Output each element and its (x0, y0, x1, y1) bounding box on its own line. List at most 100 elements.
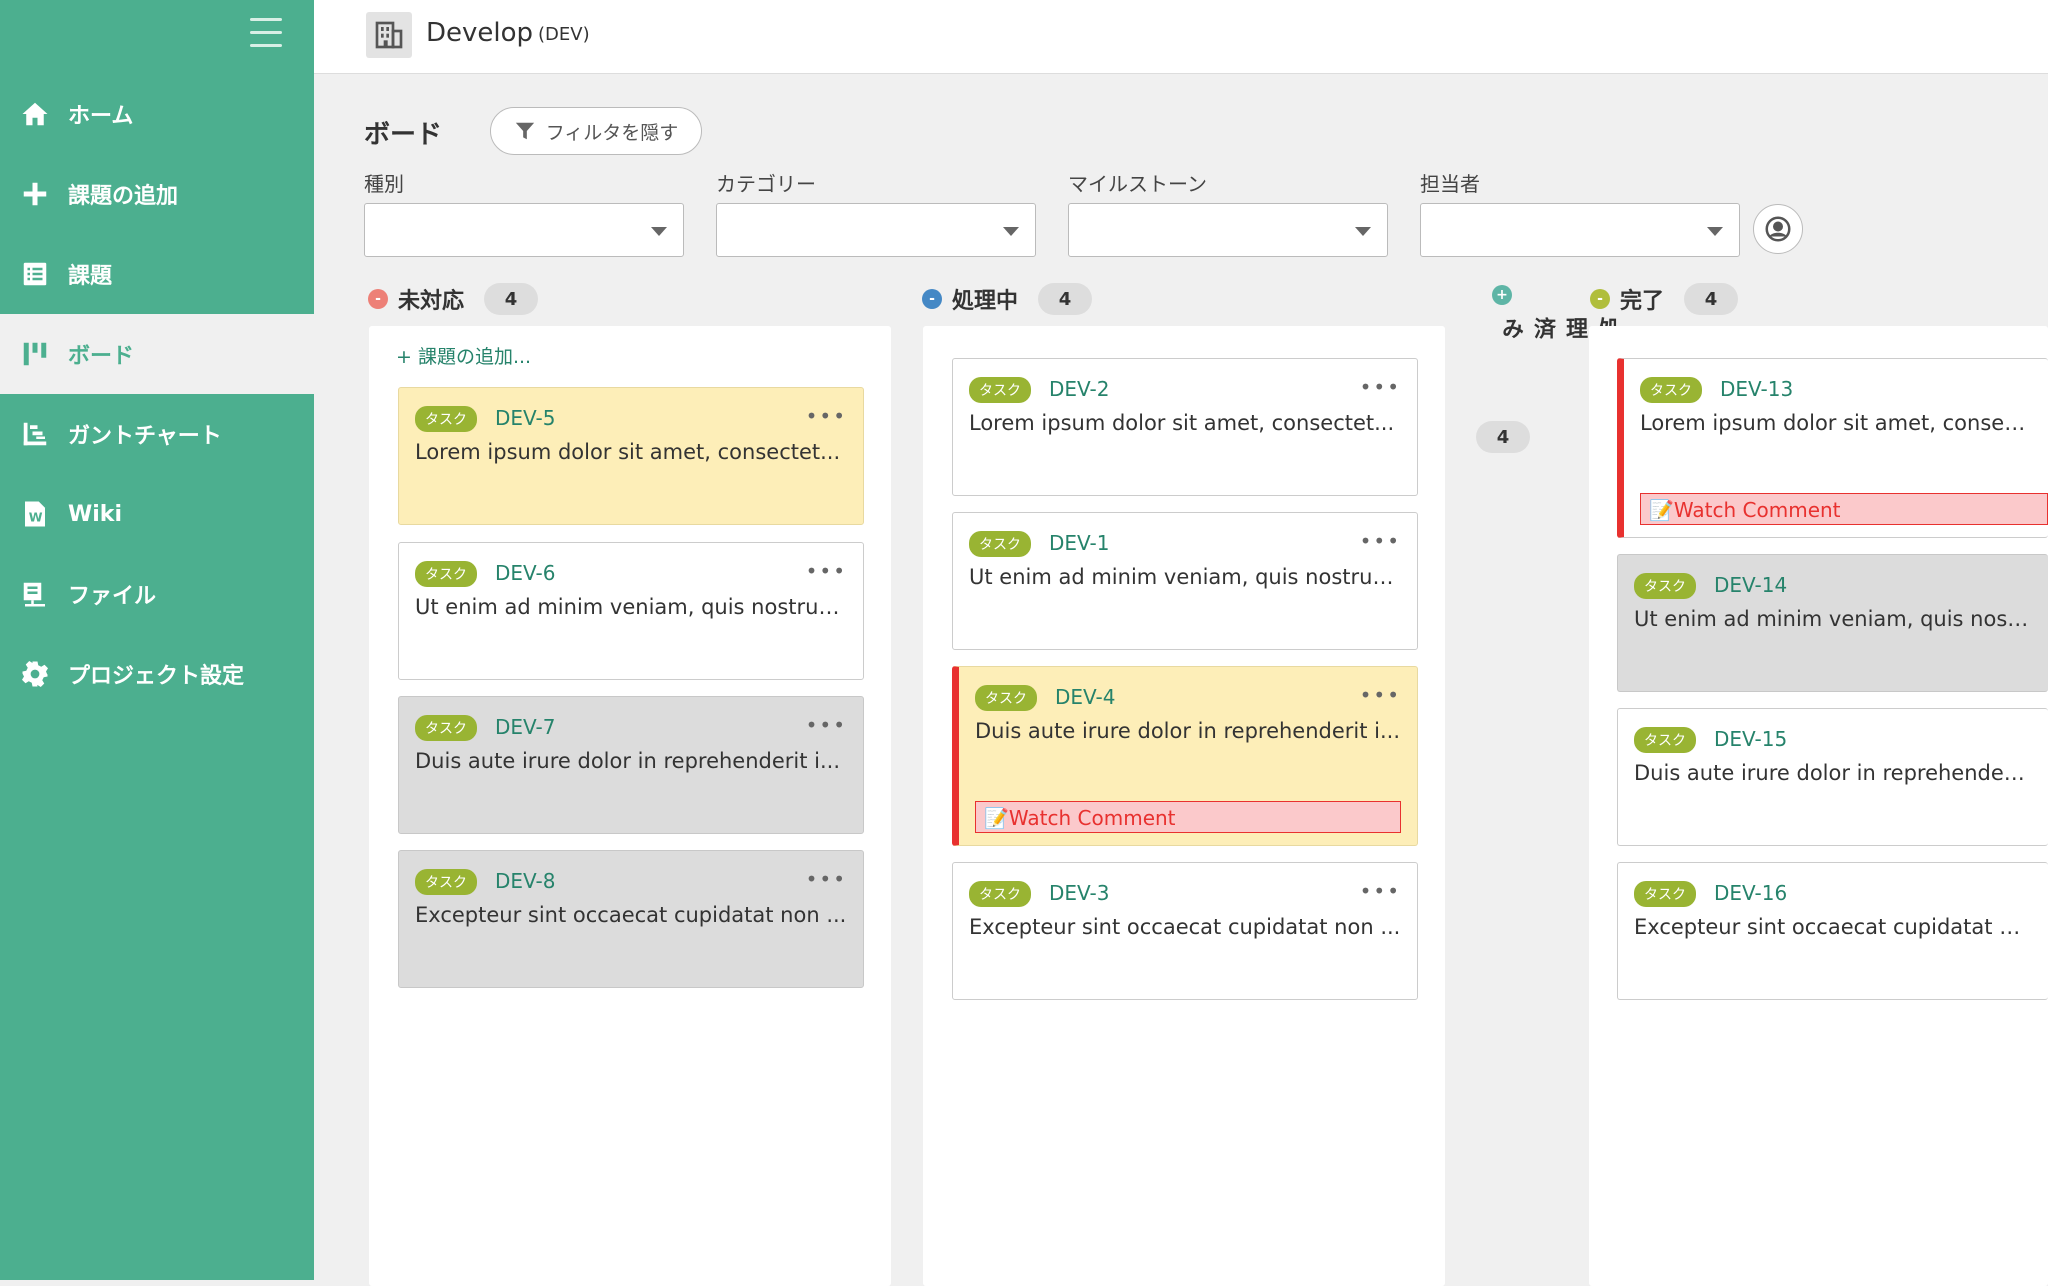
building-icon (366, 12, 412, 58)
issue-summary: Duis aute irure dolor in reprehenderit i… (415, 749, 841, 773)
more-options-icon[interactable]: ••• (1360, 375, 1401, 399)
sidebar-item-label: 課題の追加 (68, 184, 179, 209)
count-badge: 4 (484, 283, 539, 315)
collapse-icon[interactable]: - (922, 289, 942, 309)
issue-key[interactable]: DEV-3 (1049, 881, 1110, 905)
column-title: 完了 (1620, 289, 1665, 314)
issue-type-badge: タスク (969, 881, 1031, 907)
issue-card[interactable]: タスク DEV-14 Ut enim ad minim veniam, quis… (1617, 554, 2048, 692)
issue-summary: Duis aute irure dolor in reprehenderit i… (1634, 761, 2032, 785)
gear-icon (18, 657, 52, 691)
watch-comment[interactable]: 📝Watch Comment (975, 801, 1401, 833)
chevron-down-icon (1355, 227, 1371, 236)
issue-key[interactable]: DEV-1 (1049, 531, 1110, 555)
watch-comment[interactable]: 📝Watch Comment (1640, 493, 2048, 525)
project-header: Develop (DEV) (314, 0, 2048, 74)
issue-card[interactable]: タスク DEV-13 Lorem ipsum dolor sit amet, c… (1617, 358, 2048, 538)
issue-card[interactable]: タスク DEV-6 ••• Ut enim ad minim veniam, q… (398, 542, 864, 680)
sidebar-item-label: プロジェクト設定 (68, 664, 245, 689)
sidebar-item-home[interactable]: ホーム (0, 74, 314, 154)
menu-toggle-icon[interactable] (250, 18, 282, 48)
column-header-open: - 未対応 4 (368, 283, 539, 315)
plus-icon (18, 177, 52, 211)
sidebar-item-project-settings[interactable]: プロジェクト設定 (0, 634, 314, 714)
issue-key[interactable]: DEV-15 (1714, 727, 1787, 751)
more-options-icon[interactable]: ••• (1360, 879, 1401, 903)
issue-key[interactable]: DEV-2 (1049, 377, 1110, 401)
issue-key[interactable]: DEV-6 (495, 561, 556, 585)
more-options-icon[interactable]: ••• (806, 867, 847, 891)
issue-card[interactable]: タスク DEV-16 Excepteur sint occaecat cupid… (1617, 862, 2048, 1000)
issue-type-badge: タスク (1634, 881, 1696, 907)
hide-filter-button[interactable]: フィルタを隠す (490, 107, 702, 155)
issue-card[interactable]: タスク DEV-4 ••• Duis aute irure dolor in r… (952, 666, 1418, 846)
issue-card[interactable]: タスク DEV-5 ••• Lorem ipsum dolor sit amet… (398, 387, 864, 525)
home-icon (18, 97, 52, 131)
issue-card[interactable]: タスク DEV-8 ••• Excepteur sint occaecat cu… (398, 850, 864, 988)
filter-label-type: 種別 (364, 172, 404, 196)
sidebar-item-gantt[interactable]: ガントチャート (0, 394, 314, 474)
count-badge: 4 (1038, 283, 1093, 315)
hide-filter-label: フィルタを隠す (545, 121, 679, 144)
sidebar-item-label: ボード (68, 344, 135, 369)
issue-card[interactable]: タスク DEV-15 Duis aute irure dolor in repr… (1617, 708, 2048, 846)
chevron-down-icon (1003, 227, 1019, 236)
issue-key[interactable]: DEV-7 (495, 715, 556, 739)
sidebar-item-label: 課題 (68, 264, 113, 289)
issue-type-badge: タスク (415, 715, 477, 741)
column-header-in-progress: - 処理中 4 (922, 283, 1093, 315)
issue-key[interactable]: DEV-4 (1055, 685, 1116, 709)
gantt-icon (18, 417, 52, 451)
issue-summary: Lorem ipsum dolor sit amet, consectet... (969, 411, 1395, 435)
filter-icon (515, 122, 534, 140)
issue-type-badge: タスク (969, 531, 1031, 557)
assignee-select[interactable] (1420, 203, 1740, 257)
more-options-icon[interactable]: ••• (1360, 529, 1401, 553)
category-select[interactable] (716, 203, 1036, 257)
sidebar-item-wiki[interactable]: W Wiki (0, 474, 314, 554)
issue-card[interactable]: タスク DEV-1 ••• Ut enim ad minim veniam, q… (952, 512, 1418, 650)
list-icon (18, 257, 52, 291)
user-icon (1765, 216, 1791, 242)
sidebar-item-add-issue[interactable]: 課題の追加 (0, 154, 314, 234)
chevron-down-icon (1707, 227, 1723, 236)
count-badge: 4 (1684, 283, 1739, 315)
assign-to-me-button[interactable] (1753, 204, 1803, 254)
issue-summary: Duis aute irure dolor in reprehenderit i… (975, 719, 1401, 743)
issue-key[interactable]: DEV-8 (495, 869, 556, 893)
issue-card[interactable]: タスク DEV-3 ••• Excepteur sint occaecat cu… (952, 862, 1418, 1000)
issue-type-badge: タスク (415, 406, 477, 432)
issue-card[interactable]: タスク DEV-2 ••• Lorem ipsum dolor sit amet… (952, 358, 1418, 496)
more-options-icon[interactable]: ••• (806, 404, 847, 428)
sidebar-item-issues[interactable]: 課題 (0, 234, 314, 314)
more-options-icon[interactable]: ••• (806, 559, 847, 583)
more-options-icon[interactable]: ••• (1360, 683, 1401, 707)
collapse-icon[interactable]: - (1590, 289, 1610, 309)
sidebar-item-board[interactable]: ボード (0, 314, 314, 394)
count-badge: 4 (1476, 421, 1530, 453)
issue-key[interactable]: DEV-13 (1720, 377, 1793, 401)
issue-card[interactable]: タスク DEV-7 ••• Duis aute irure dolor in r… (398, 696, 864, 834)
expand-icon[interactable]: + (1492, 285, 1512, 305)
page-title: ボード (364, 120, 443, 150)
more-options-icon[interactable]: ••• (806, 713, 847, 737)
issue-type-badge: タスク (1634, 727, 1696, 753)
filter-label-assignee: 担当者 (1420, 172, 1480, 196)
sidebar-item-files[interactable]: ファイル (0, 554, 314, 634)
issue-key[interactable]: DEV-5 (495, 406, 556, 430)
project-name[interactable]: Develop (426, 18, 533, 48)
issue-type-badge: タスク (1634, 573, 1696, 599)
issue-summary: Lorem ipsum dolor sit amet, consectet... (415, 440, 841, 464)
issue-key[interactable]: DEV-14 (1714, 573, 1787, 597)
sidebar-item-label: ホーム (68, 104, 134, 129)
milestone-select[interactable] (1068, 203, 1388, 257)
issue-key[interactable]: DEV-16 (1714, 881, 1787, 905)
filter-label-category: カテゴリー (716, 172, 816, 196)
add-issue-link[interactable]: + 課題の追加... (396, 342, 531, 369)
type-select[interactable] (364, 203, 684, 257)
sidebar-item-label: Wiki (68, 501, 122, 527)
issue-summary: Ut enim ad minim veniam, quis nostrud... (969, 565, 1401, 589)
collapse-icon[interactable]: - (368, 289, 388, 309)
issue-summary: Excepteur sint occaecat cupidatat non ..… (1634, 915, 2032, 939)
issue-summary: Ut enim ad minim veniam, quis nostrud... (415, 595, 847, 619)
